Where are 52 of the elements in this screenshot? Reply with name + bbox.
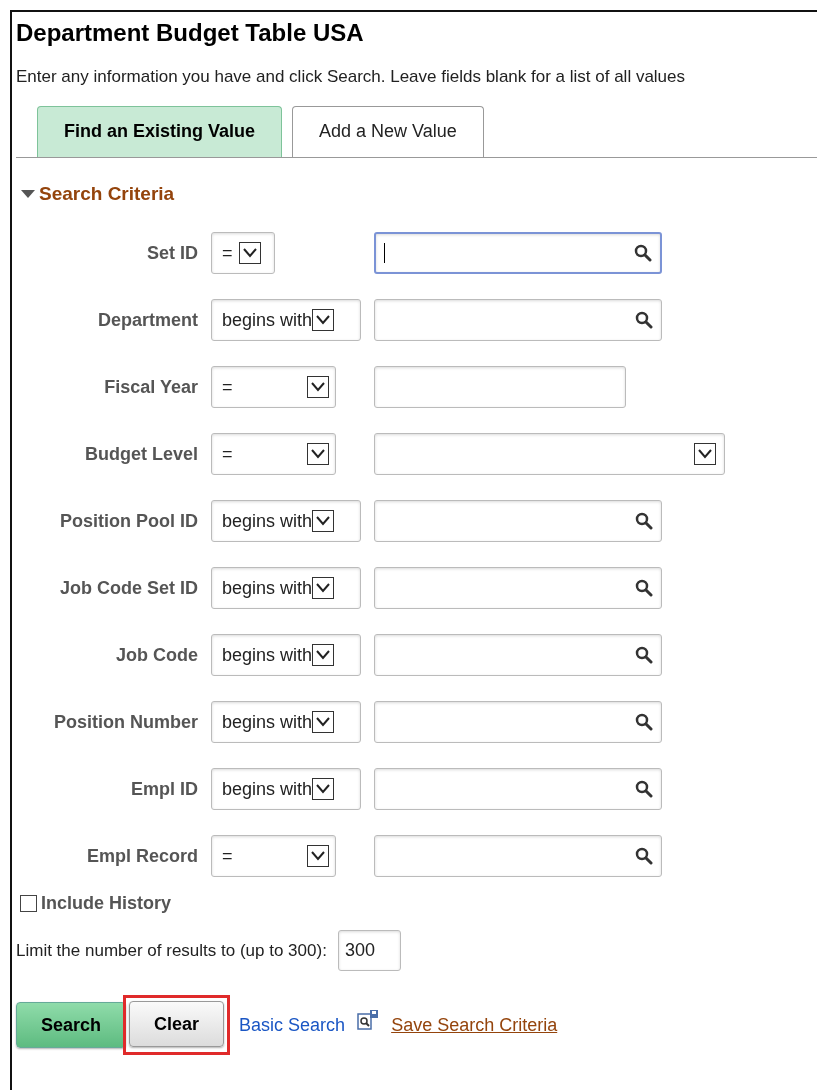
link[interactable]: Basic Search xyxy=(239,1011,346,1039)
search-icon[interactable] xyxy=(635,780,653,798)
operator-select[interactable]: = xyxy=(211,232,275,274)
operator-select[interactable]: begins with xyxy=(211,634,361,676)
instructions-text: Enter any information you have and click Search. Leave fields blank for a list of all values xyxy=(16,66,687,88)
field-label: Position Number xyxy=(53,710,198,734)
tab[interactable]: Add a New Value xyxy=(292,105,484,157)
operator-select[interactable]: = xyxy=(211,835,336,877)
field-label: Set ID xyxy=(146,241,198,265)
value-field[interactable] xyxy=(374,768,662,810)
value-field[interactable] xyxy=(374,634,662,676)
section-title[interactable]: Search Criteria xyxy=(39,179,175,208)
limit-label: Limit the number of results to (up to 300): xyxy=(16,939,327,962)
checkbox[interactable] xyxy=(20,895,37,912)
page-title: Department Budget Table USA xyxy=(16,18,365,48)
search-icon[interactable] xyxy=(635,579,653,597)
field-label: Job Code Set ID xyxy=(59,576,198,600)
field-label: Budget Level xyxy=(83,442,198,466)
value-field[interactable] xyxy=(374,500,662,542)
operator-select[interactable]: begins with xyxy=(211,567,361,609)
value-field[interactable] xyxy=(374,567,662,609)
operator-select[interactable]: = xyxy=(211,433,336,475)
value-field[interactable] xyxy=(374,433,725,475)
action-button[interactable]: Clear xyxy=(129,1001,225,1047)
search-icon[interactable] xyxy=(635,847,653,865)
field-label: Fiscal Year xyxy=(103,375,198,399)
search-icon[interactable] xyxy=(635,713,653,731)
operator-select[interactable]: begins with xyxy=(211,701,361,743)
link[interactable]: Save Search Criteria xyxy=(391,1011,558,1039)
operator-select[interactable]: = xyxy=(211,366,336,408)
search-icon[interactable] xyxy=(635,311,653,329)
limit-field[interactable]: 300 xyxy=(337,930,401,971)
value-field[interactable] xyxy=(374,835,662,877)
field-label: Position Pool ID xyxy=(59,509,198,533)
value-field[interactable] xyxy=(374,366,626,408)
save-search-icon[interactable] xyxy=(357,1009,380,1031)
tab[interactable]: Find an Existing Value xyxy=(37,105,283,157)
operator-select[interactable]: begins with xyxy=(211,500,361,542)
operator-select[interactable]: begins with xyxy=(211,299,361,341)
value-field[interactable] xyxy=(374,701,662,743)
search-icon[interactable] xyxy=(635,646,653,664)
field-label: Department xyxy=(96,308,198,332)
field-label: Job Code xyxy=(115,643,198,667)
search-icon[interactable] xyxy=(634,244,652,262)
operator-select[interactable]: begins with xyxy=(211,768,361,810)
value-field[interactable] xyxy=(374,232,662,274)
checkbox-label: Include History xyxy=(41,892,172,915)
field-label: Empl ID xyxy=(130,777,198,801)
search-icon[interactable] xyxy=(635,512,653,530)
value-field[interactable] xyxy=(374,299,662,341)
collapse-triangle-icon[interactable] xyxy=(20,188,36,199)
field-label: Empl Record xyxy=(85,844,198,868)
